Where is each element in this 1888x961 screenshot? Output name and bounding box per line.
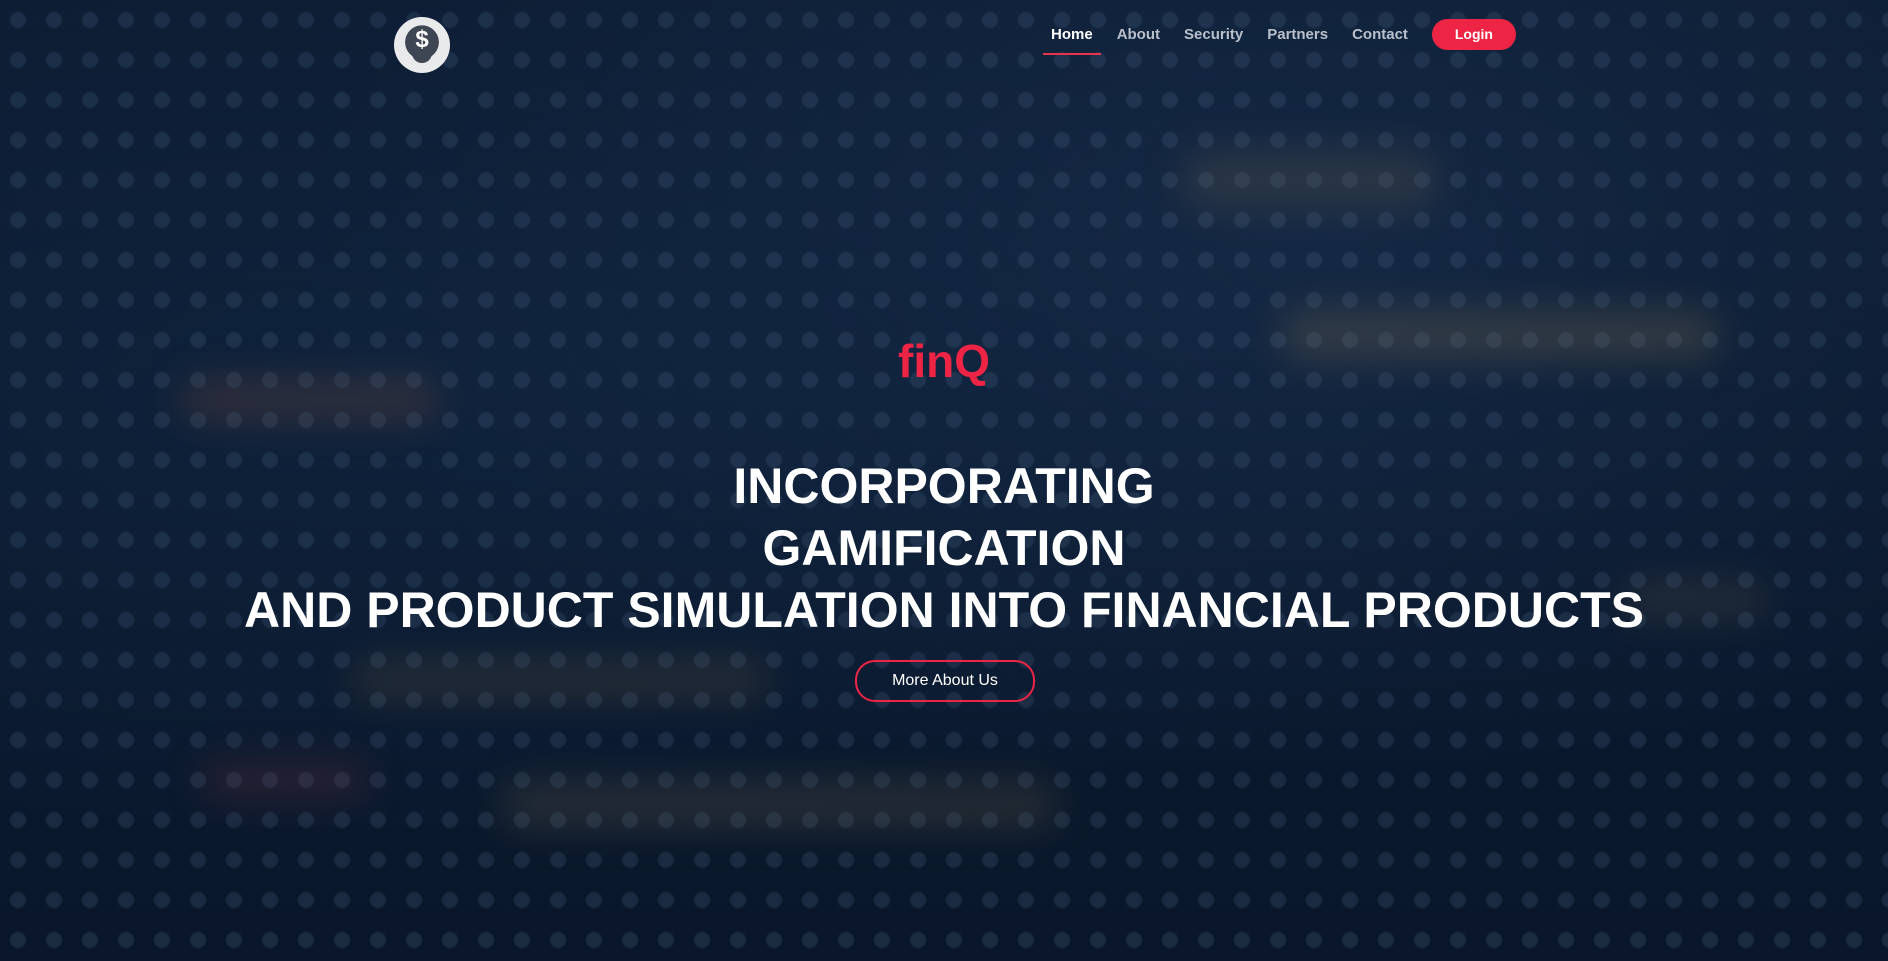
- nav-item-about[interactable]: About: [1117, 20, 1160, 49]
- more-about-us-button[interactable]: More About Us: [855, 660, 1035, 702]
- hero-headline: INCORPORATING GAMIFICATION AND PRODUCT S…: [0, 455, 1888, 641]
- nav-item-partners[interactable]: Partners: [1267, 20, 1328, 49]
- login-button[interactable]: Login: [1431, 18, 1516, 50]
- headline-line: AND PRODUCT SIMULATION INTO FINANCIAL PR…: [244, 582, 1644, 638]
- nav-item-home[interactable]: Home: [1043, 20, 1101, 55]
- headline-line: GAMIFICATION: [762, 520, 1126, 576]
- nav-item-contact[interactable]: Contact: [1352, 20, 1408, 49]
- hero-section: $ Home About Security Partners Contact L…: [0, 0, 1888, 961]
- nav-item-security[interactable]: Security: [1184, 20, 1243, 49]
- site-logo[interactable]: $: [394, 17, 450, 73]
- brand-title: finQ: [898, 335, 990, 387]
- headline-line: INCORPORATING: [733, 458, 1155, 514]
- main-nav: Home About Security Partners Contact Log…: [1040, 17, 1516, 55]
- dollar-plant-icon: $: [415, 26, 429, 53]
- plant-leaf-icon: [412, 53, 432, 63]
